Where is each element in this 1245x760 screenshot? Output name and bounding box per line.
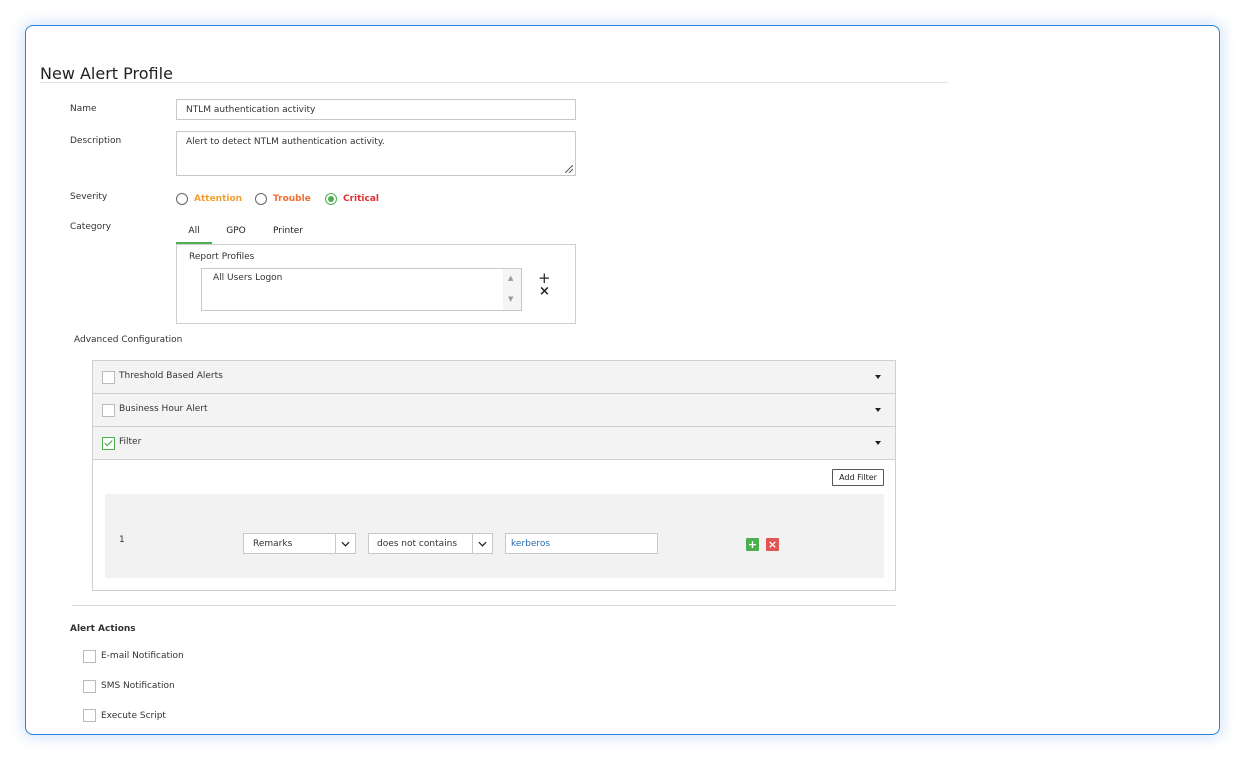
alert-actions-label: Alert Actions (70, 624, 136, 634)
scroll-up-icon[interactable]: ▲ (508, 274, 513, 282)
business-hour-checkbox[interactable] (102, 404, 115, 417)
panel-threshold-based-alerts[interactable]: Threshold Based Alerts (92, 360, 896, 394)
report-profiles-label: Report Profiles (189, 252, 255, 262)
category-label: Category (70, 222, 112, 232)
email-notification-checkbox[interactable] (83, 650, 96, 663)
list-item[interactable]: All Users Logon (213, 273, 282, 283)
execute-script-label: Execute Script (101, 711, 166, 721)
title-divider (40, 82, 948, 83)
select-divider (335, 534, 336, 553)
tab-all[interactable]: All (176, 226, 212, 236)
list-scrollbar[interactable]: ▲ ▼ (503, 269, 521, 310)
execute-script-checkbox[interactable] (83, 709, 96, 722)
description-text: Alert to detect NTLM authentication acti… (186, 137, 385, 147)
severity-attention-label: Attention (194, 194, 243, 204)
field-select-value: Remarks (253, 539, 293, 549)
sms-notification-label: SMS Notification (101, 681, 175, 691)
tab-gpo[interactable]: GPO (218, 226, 254, 236)
remove-icon[interactable]: × (539, 285, 550, 298)
report-profiles-box: Report Profiles All Users Logon ▲ ▼ + × (176, 244, 576, 324)
severity-trouble-label: Trouble (273, 194, 311, 204)
description-textarea[interactable]: Alert to detect NTLM authentication acti… (176, 131, 576, 176)
severity-label: Severity (70, 192, 108, 202)
name-label: Name (70, 104, 97, 114)
check-icon (104, 440, 113, 447)
resize-grip-icon[interactable] (565, 165, 573, 173)
advanced-configuration-label: Advanced Configuration (74, 335, 183, 345)
threshold-checkbox[interactable] (102, 371, 115, 384)
panel-business-hour-alert[interactable]: Business Hour Alert (92, 393, 896, 427)
radio-critical[interactable] (325, 193, 337, 205)
threshold-label: Threshold Based Alerts (119, 371, 223, 381)
scroll-down-icon[interactable]: ▼ (508, 295, 513, 303)
filter-label: Filter (119, 437, 142, 447)
name-input[interactable]: NTLM authentication activity (176, 99, 576, 120)
section-divider (72, 605, 896, 606)
chevron-down-icon[interactable] (478, 541, 487, 547)
chevron-down-icon[interactable] (341, 541, 350, 547)
email-notification-label: E-mail Notification (101, 651, 184, 661)
delete-row-button[interactable]: × (766, 538, 779, 551)
filter-row-index: 1 (119, 535, 125, 545)
operator-select[interactable]: does not contains (368, 533, 493, 554)
chevron-down-icon[interactable] (875, 441, 881, 445)
radio-trouble[interactable] (255, 193, 267, 205)
report-profiles-list[interactable]: All Users Logon ▲ ▼ (201, 268, 522, 311)
panel-filter[interactable]: Filter (92, 426, 896, 460)
chevron-down-icon[interactable] (875, 375, 881, 379)
add-filter-button[interactable]: Add Filter (832, 469, 884, 486)
alert-profile-window: New Alert Profile Name NTLM authenticati… (25, 25, 1220, 735)
field-select[interactable]: Remarks (243, 533, 356, 554)
filter-row: 1 Remarks does not contains kerberos + × (105, 494, 884, 578)
select-divider (472, 534, 473, 553)
filter-checkbox[interactable] (102, 437, 115, 450)
chevron-down-icon[interactable] (875, 408, 881, 412)
filter-panel-body: Add Filter 1 Remarks does not contains k… (92, 459, 896, 591)
add-row-button[interactable]: + (746, 538, 759, 551)
business-hour-label: Business Hour Alert (119, 404, 208, 414)
sms-notification-checkbox[interactable] (83, 680, 96, 693)
radio-attention[interactable] (176, 193, 188, 205)
description-label: Description (70, 136, 122, 146)
page-title: New Alert Profile (40, 64, 173, 83)
severity-critical-label: Critical (343, 194, 380, 204)
filter-value-input[interactable]: kerberos (505, 533, 658, 554)
operator-select-value: does not contains (377, 539, 458, 549)
tab-printer[interactable]: Printer (266, 226, 310, 236)
